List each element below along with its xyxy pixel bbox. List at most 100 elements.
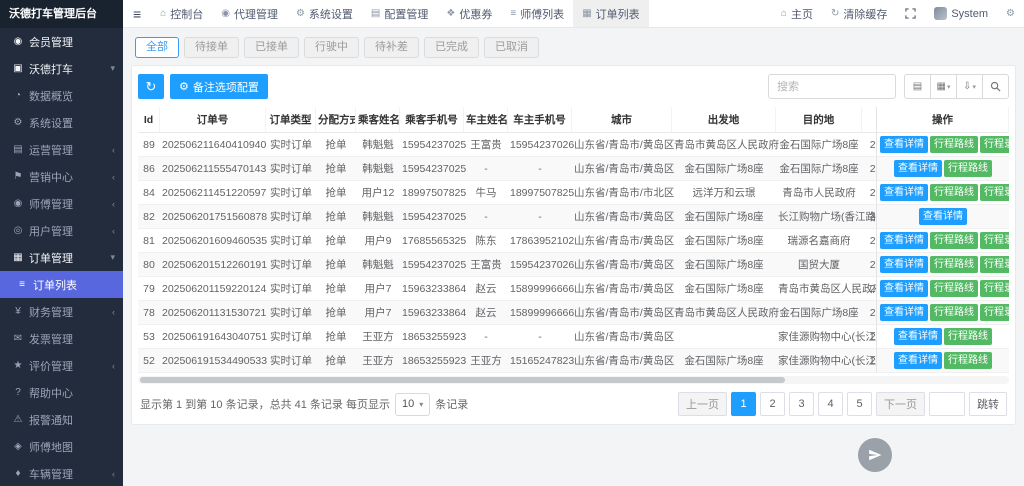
sidebar-item-driver-management[interactable]: ◉师傅管理‹ — [0, 190, 123, 217]
detail-button[interactable]: 查看详情 — [880, 184, 928, 201]
sidebar-item-member-management[interactable]: ◉会员管理 — [0, 28, 123, 55]
prev-page-button[interactable]: 上一页 — [678, 392, 727, 416]
topbar-item-driver-list[interactable]: ≡师傅列表 — [501, 0, 573, 27]
sidebar-item-alarm-notice[interactable]: ⚠报警通知 — [0, 406, 123, 433]
topbar-item-agent-management[interactable]: ◉代理管理 — [212, 0, 287, 27]
detail-button[interactable]: 查看详情 — [894, 160, 942, 177]
detail-button[interactable]: 查看详情 — [880, 232, 928, 249]
menu-toggle-icon[interactable]: ≡ — [123, 0, 151, 27]
page-button-5[interactable]: 5 — [847, 392, 872, 416]
detail-button[interactable]: 查看详情 — [894, 352, 942, 369]
tab-pending-accept[interactable]: 待接单 — [184, 37, 239, 58]
page-button-1[interactable]: 1 — [731, 392, 756, 416]
main-area: ≡ ⌂控制台◉代理管理⚙系统设置▤配置管理❖优惠券≡师傅列表▦订单列表 ⌂ 主页… — [123, 0, 1024, 486]
sidebar-item-marketing-center[interactable]: ⚑营销中心‹ — [0, 163, 123, 190]
sidebar-item-data-overview[interactable]: ◔数据概览 — [0, 82, 123, 109]
scrollbar-thumb[interactable] — [140, 377, 785, 383]
cell-order_no: 202506211640410940 — [160, 133, 266, 157]
audio-button[interactable]: 行程录音 — [980, 304, 1009, 321]
topbar-item-console[interactable]: ⌂控制台 — [151, 0, 212, 27]
detail-button[interactable]: 查看详情 — [880, 256, 928, 273]
topbar-item-config-management[interactable]: ▤配置管理 — [362, 0, 437, 27]
page-button-3[interactable]: 3 — [789, 392, 814, 416]
search-input[interactable] — [768, 74, 896, 99]
detail-button[interactable]: 查看详情 — [880, 304, 928, 321]
route-button[interactable]: 行程路线 — [930, 256, 978, 273]
username: System — [951, 8, 988, 20]
columns-button[interactable]: ▦▾ — [930, 74, 957, 99]
page-button-2[interactable]: 2 — [760, 392, 785, 416]
tab-driving[interactable]: 行驶中 — [304, 37, 359, 58]
detail-button[interactable]: 查看详情 — [919, 208, 967, 225]
search-toggle-button[interactable] — [982, 74, 1009, 99]
next-page-button[interactable]: 下一页 — [876, 392, 925, 416]
cell-driver: 陈东 — [464, 229, 508, 253]
cell-passenger_phone: 18653255923 — [400, 325, 464, 349]
tab-pending-diff[interactable]: 待补差 — [364, 37, 419, 58]
table-row: 52202506191534490533实时订单抢单王亚方18653255923… — [138, 349, 1009, 373]
route-button[interactable]: 行程路线 — [930, 304, 978, 321]
sidebar-item-label: 师傅管理 — [29, 196, 73, 212]
tab-cancelled[interactable]: 已取消 — [484, 37, 539, 58]
sidebar-item-user-management[interactable]: ◎用户管理‹ — [0, 217, 123, 244]
table-body: 89202506211640410940实时订单抢单韩魁魁15954237025… — [138, 133, 1009, 373]
fullscreen-button[interactable] — [896, 0, 925, 27]
detail-button[interactable]: 查看详情 — [880, 136, 928, 153]
sidebar-item-wode-dache[interactable]: ▣沃德打车▾ — [0, 55, 123, 82]
jump-button[interactable]: 跳转 — [969, 392, 1007, 416]
route-button[interactable]: 行程路线 — [944, 160, 992, 177]
sidebar-item-review-management[interactable]: ★评价管理‹ — [0, 352, 123, 379]
topbar-item-system-settings[interactable]: ⚙系统设置 — [287, 0, 362, 27]
audio-button[interactable]: 行程录音 — [980, 256, 1009, 273]
paging-toggle-button[interactable]: ▤ — [904, 74, 931, 99]
sidebar-item-order-list[interactable]: ≡订单列表 — [0, 271, 123, 298]
topbar-item-order-list[interactable]: ▦订单列表 — [573, 0, 648, 27]
tab-accepted[interactable]: 已接单 — [244, 37, 299, 58]
route-button[interactable]: 行程路线 — [944, 352, 992, 369]
sidebar-item-driver-map[interactable]: ◈师傅地图 — [0, 433, 123, 460]
route-button[interactable]: 行程路线 — [930, 136, 978, 153]
audio-button[interactable]: 行程录音 — [980, 280, 1009, 297]
route-button[interactable]: 行程路线 — [930, 232, 978, 249]
settings-button[interactable]: ⚙ — [997, 0, 1024, 27]
detail-button[interactable]: 查看详情 — [894, 328, 942, 345]
sidebar-item-vehicle-management[interactable]: ♦车辆管理‹ — [0, 460, 123, 486]
tab-completed[interactable]: 已完成 — [424, 37, 479, 58]
route-button[interactable]: 行程路线 — [944, 328, 992, 345]
page-button-4[interactable]: 4 — [818, 392, 843, 416]
cell-id: 82 — [138, 205, 160, 229]
back-to-top-button[interactable] — [858, 438, 892, 472]
tab-all[interactable]: 全部 — [135, 37, 179, 58]
table-row: 81202506201609460535实时订单抢单用户917685565325… — [138, 229, 1009, 253]
audio-button[interactable]: 行程录音 — [980, 136, 1009, 153]
cell-actions: 查看详情行程路线 — [876, 157, 1009, 181]
home-link[interactable]: ⌂ 主页 — [772, 0, 822, 27]
sidebar-item-system-settings[interactable]: ⚙系统设置 — [0, 109, 123, 136]
export-button[interactable]: ⇩▾ — [956, 74, 983, 99]
audio-button[interactable]: 行程录音 — [980, 184, 1009, 201]
topbar-menu: ⌂控制台◉代理管理⚙系统设置▤配置管理❖优惠券≡师傅列表▦订单列表 — [151, 0, 648, 27]
gear-icon: ⚙ — [296, 8, 305, 19]
refresh-button[interactable]: ↻ — [138, 74, 164, 99]
cell-city: 山东省/青岛市/黄岛区 — [572, 133, 672, 157]
user-menu[interactable]: System — [925, 0, 997, 27]
sidebar-item-invoice-management[interactable]: ✉发票管理 — [0, 325, 123, 352]
remark-config-button[interactable]: ⚙ 备注选项配置 — [170, 74, 268, 99]
detail-button[interactable]: 查看详情 — [880, 280, 928, 297]
page-size-select[interactable]: 10 ▾ — [395, 393, 430, 416]
horizontal-scrollbar[interactable] — [138, 376, 1009, 384]
clear-cache-button[interactable]: ↻ 清除缓存 — [822, 0, 896, 27]
cell-passenger: 用户7 — [356, 277, 400, 301]
table-row: 84202506211451220597实时订单抢单用户121899750782… — [138, 181, 1009, 205]
sidebar-item-operations[interactable]: ▤运营管理‹ — [0, 136, 123, 163]
sidebar-item-finance-management[interactable]: ¥财务管理‹ — [0, 298, 123, 325]
cell-actions: 查看详情行程路线行程录音 — [876, 133, 1009, 157]
sidebar-item-help-center[interactable]: ?帮助中心 — [0, 379, 123, 406]
jump-page-input[interactable] — [929, 392, 965, 416]
topbar-item-coupons[interactable]: ❖优惠券 — [437, 0, 501, 27]
sidebar-item-order-management[interactable]: ▦订单管理▾ — [0, 244, 123, 271]
audio-button[interactable]: 行程录音 — [980, 232, 1009, 249]
route-button[interactable]: 行程路线 — [930, 184, 978, 201]
column-header: 分配方式 — [316, 107, 356, 133]
route-button[interactable]: 行程路线 — [930, 280, 978, 297]
